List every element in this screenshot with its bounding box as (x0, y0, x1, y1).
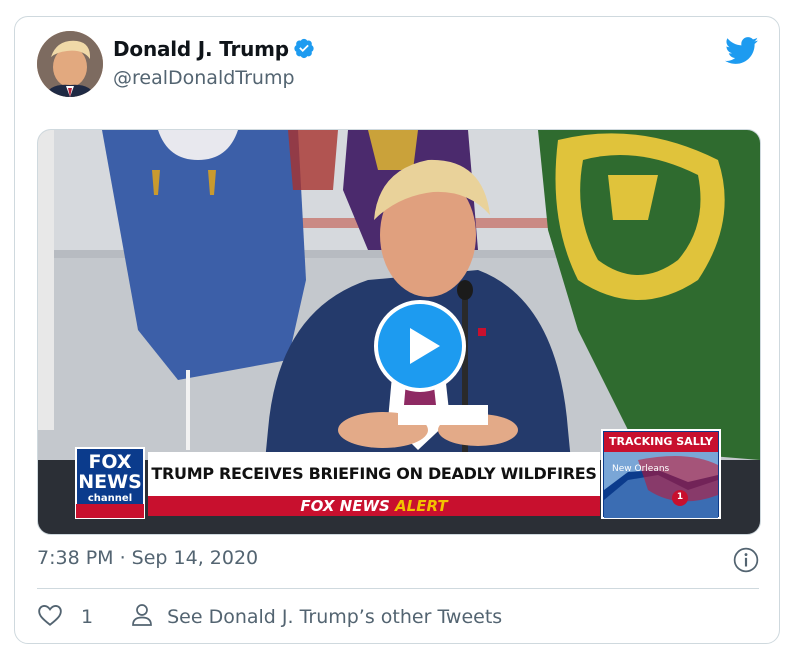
logo-line1: FOX (88, 451, 132, 473)
author-name[interactable]: Donald J. Trump (113, 37, 315, 64)
tweet-timestamp[interactable]: 7:38 PM · Sep 14, 2020 (37, 547, 258, 569)
fox-news-logo: FOX NEWS channel (76, 452, 144, 507)
video-player[interactable]: FOX NEWS channel TRUMP RECEIVES BRIEFING… (37, 129, 761, 535)
logo-line3: channel (87, 493, 133, 504)
alert-prefix: FOX NEWS (300, 497, 390, 515)
avatar-image (37, 31, 103, 97)
verified-badge-icon (293, 37, 315, 64)
like-count: 1 (81, 606, 94, 628)
chyron-headline: TRUMP RECEIVES BRIEFING ON DEADLY WILDFI… (151, 464, 597, 483)
news-alert-bar: FOX NEWS ALERT (148, 496, 600, 516)
divider (37, 588, 759, 589)
twitter-bird-icon[interactable] (725, 37, 759, 69)
heart-icon (37, 603, 63, 632)
other-tweets-link[interactable]: See Donald J. Trump’s other Tweets (131, 603, 502, 632)
info-icon[interactable] (733, 547, 759, 577)
alert-suffix: ALERT (395, 497, 448, 515)
play-button[interactable] (374, 300, 466, 392)
author-name-text[interactable]: Donald J. Trump (113, 37, 289, 61)
tracking-title: TRACKING SALLY (609, 435, 713, 448)
map-label: New Orleans (612, 464, 670, 474)
person-icon (131, 603, 153, 632)
play-icon (410, 328, 440, 364)
storm-number: 1 (676, 492, 684, 502)
logo-line2: NEWS (78, 471, 142, 493)
other-tweets-label: See Donald J. Trump’s other Tweets (167, 606, 503, 628)
tweet-actions: 1 See Donald J. Trump’s other Tweets (37, 602, 502, 632)
like-button[interactable]: 1 (37, 603, 93, 632)
avatar[interactable] (37, 31, 103, 97)
author-handle[interactable]: @realDonaldTrump (113, 67, 295, 89)
tweet-card[interactable]: Donald J. Trump @realDonaldTrump FOX NEW… (14, 16, 780, 644)
